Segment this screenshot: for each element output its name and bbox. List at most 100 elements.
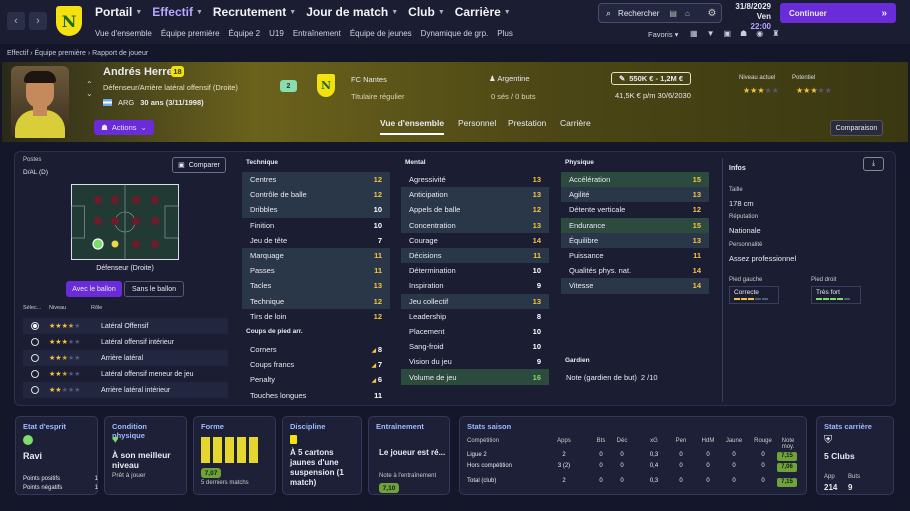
attribute-row[interactable]: Corners ◢ 8 bbox=[242, 342, 390, 357]
menu-portail[interactable]: Portail bbox=[95, 5, 132, 19]
attribute-row[interactable]: Centres 12 bbox=[242, 172, 390, 188]
tab-prestation[interactable]: Prestation bbox=[508, 118, 546, 128]
role-radio[interactable] bbox=[31, 354, 39, 362]
attribute-row[interactable]: Décisions 11 bbox=[401, 247, 549, 264]
attribute-row[interactable]: Détente verticale 12 bbox=[561, 202, 709, 217]
season-row[interactable]: Total (club) 2 0 0 0,3 0 0 0 0 7,15 bbox=[467, 478, 799, 488]
tab-personnel[interactable]: Personnel bbox=[458, 118, 496, 128]
attribute-row[interactable]: Finition 10 bbox=[242, 218, 390, 233]
submenu-item[interactable]: U19 bbox=[269, 29, 284, 38]
tab-carriere[interactable]: Carrière bbox=[560, 118, 591, 128]
continue-button[interactable]: Continuer » bbox=[780, 3, 896, 23]
ball-icon[interactable]: ◉ bbox=[756, 29, 763, 38]
role-row[interactable]: ★★★★★ Latéral offensif intérieur bbox=[23, 334, 228, 350]
attribute-row[interactable]: Passes 11 bbox=[242, 263, 390, 279]
attribute-row[interactable]: Endurance 15 bbox=[561, 217, 709, 233]
attribute-row[interactable]: Marquage 11 bbox=[242, 247, 390, 264]
training-card[interactable]: Entraînement Le joueur est ré... Note à … bbox=[368, 416, 450, 495]
role-row[interactable]: ★★★★★ Latéral Offensif bbox=[23, 318, 228, 334]
attribute-row[interactable]: Appels de balle 12 bbox=[401, 202, 549, 218]
attribute-row[interactable]: Contrôle de balle 12 bbox=[242, 187, 390, 203]
comparison-button[interactable]: Comparaison bbox=[830, 120, 883, 136]
submenu-item[interactable]: Équipe 2 bbox=[229, 29, 261, 38]
compare-button[interactable]: ▣ Comparer bbox=[172, 157, 226, 173]
submenu-item[interactable]: Plus bbox=[497, 29, 513, 38]
role-radio[interactable] bbox=[31, 370, 39, 378]
attribute-row[interactable]: Leadership 8 bbox=[401, 309, 549, 324]
tab-vue-ensemble[interactable]: Vue d'ensemble bbox=[380, 118, 445, 135]
attribute-row[interactable]: Jeu de tête 7 bbox=[242, 233, 390, 248]
attribute-row[interactable]: Qualités phys. nat. 14 bbox=[561, 263, 709, 278]
submenu-item[interactable]: Entraînement bbox=[293, 29, 341, 38]
season-row[interactable]: Hors compétition 3 (2) 0 0 0,4 0 0 0 0 7,06 bbox=[467, 463, 799, 473]
menu-carriere[interactable]: Carrière bbox=[455, 5, 501, 19]
attribute-row[interactable]: Placement 10 bbox=[401, 324, 549, 339]
gear-icon[interactable]: ⚙ bbox=[702, 3, 722, 23]
forward-button[interactable]: › bbox=[29, 12, 47, 30]
news-icon[interactable]: ⌂ bbox=[685, 9, 690, 18]
favoris-menu[interactable]: Favoris ▾ bbox=[648, 30, 678, 39]
without-ball-toggle[interactable]: Sans le ballon bbox=[124, 281, 184, 297]
attribute-row[interactable]: Coups francs ◢ 7 bbox=[242, 357, 390, 372]
season-cell: 0 bbox=[620, 463, 624, 469]
download-icon[interactable]: ⤓ bbox=[863, 157, 884, 171]
attribute-row[interactable]: Courage 14 bbox=[401, 233, 549, 248]
attribute-row[interactable]: Détermination 10 bbox=[401, 263, 549, 278]
attribute-row[interactable]: Anticipation 13 bbox=[401, 187, 549, 203]
shirt-icon[interactable]: ▼ bbox=[707, 29, 715, 38]
submenu-item[interactable]: Équipe première bbox=[161, 29, 220, 38]
club-name[interactable]: FC Nantes bbox=[351, 75, 387, 84]
menu-club[interactable]: Club bbox=[408, 5, 435, 19]
club-logo[interactable]: N bbox=[56, 6, 82, 36]
attribute-row[interactable]: Tirs de loin 12 bbox=[242, 309, 390, 324]
season-stats-card[interactable]: Stats saison Compétition Apps Bts Déc xG Pen H… bbox=[459, 416, 807, 495]
attribute-row[interactable]: Vision du jeu 9 bbox=[401, 354, 549, 369]
form-card[interactable]: Forme 7,07 5 derniers matchs bbox=[193, 416, 276, 495]
attribute-row[interactable]: Agilité 13 bbox=[561, 187, 709, 203]
attribute-row[interactable]: Penalty ◢ 6 bbox=[242, 372, 390, 387]
staff-icon[interactable]: ☗ bbox=[740, 29, 747, 38]
role-radio[interactable] bbox=[31, 386, 39, 394]
attribute-row[interactable]: Inspiration 9 bbox=[401, 278, 549, 293]
role-row[interactable]: ★★★★★ Latéral offensif meneur de jeu bbox=[23, 366, 228, 382]
role-radio[interactable] bbox=[31, 338, 39, 346]
attribute-row[interactable]: Équilibre 13 bbox=[561, 232, 709, 248]
trophy-icon[interactable]: ♜ bbox=[772, 29, 779, 38]
attribute-row[interactable]: Concentration 13 bbox=[401, 217, 549, 233]
attribute-row[interactable]: Jeu collectif 13 bbox=[401, 293, 549, 309]
career-card[interactable]: Stats carrière ⛨ 5 Clubs App 214 Buts 9 bbox=[816, 416, 894, 495]
attribute-row[interactable]: Puissance 11 bbox=[561, 248, 709, 263]
season-row[interactable]: Ligue 2 2 0 0 0,3 0 0 0 0 7,15 bbox=[467, 452, 799, 462]
submenu-item[interactable]: Vue d'ensemble bbox=[95, 29, 152, 38]
tactics-icon[interactable]: ▣ bbox=[723, 29, 731, 38]
actions-button[interactable]: ☗ Actions ⌄ bbox=[94, 120, 154, 135]
morale-card[interactable]: Etat d'esprit Ravi Points positifs 1 Poin… bbox=[15, 416, 98, 495]
menu-jour-de-match[interactable]: Jour de match bbox=[306, 5, 388, 19]
discipline-card[interactable]: Discipline À 5 cartons jaunes d'une susp… bbox=[282, 416, 362, 495]
role-row[interactable]: ★★★★★ Arrière latéral bbox=[23, 350, 228, 366]
attribute-row[interactable]: Technique 12 bbox=[242, 293, 390, 309]
attribute-row[interactable]: Touches longues 11 bbox=[242, 388, 390, 403]
attribute-row[interactable]: Accélération 15 bbox=[561, 172, 709, 188]
inbox-icon[interactable]: ▤ bbox=[669, 9, 677, 18]
back-button[interactable]: ‹ bbox=[7, 12, 25, 30]
player-arrows[interactable]: ⌃ ⌄ bbox=[86, 80, 93, 98]
role-radio[interactable] bbox=[31, 322, 39, 330]
attribute-row[interactable]: Agressivité 13 bbox=[401, 172, 549, 187]
breadcrumb-item[interactable]: Effectif bbox=[7, 50, 28, 57]
menu-effectif[interactable]: Effectif bbox=[152, 5, 193, 19]
attribute-row[interactable]: Volume de jeu 16 bbox=[401, 369, 549, 385]
attribute-row[interactable]: Dribbles 10 bbox=[242, 202, 390, 218]
menu-recrutement[interactable]: Recrutement bbox=[213, 5, 286, 19]
breadcrumb-item[interactable]: Équipe première bbox=[35, 50, 86, 57]
with-ball-toggle[interactable]: Avec le ballon bbox=[66, 281, 122, 297]
attribute-row[interactable]: Tacles 13 bbox=[242, 278, 390, 294]
squad-icon[interactable]: ▦ bbox=[690, 29, 698, 38]
condition-card[interactable]: Condition physique ♥ À son meilleur nive… bbox=[104, 416, 187, 495]
submenu-item[interactable]: Équipe de jeunes bbox=[350, 29, 412, 38]
season-cell: 2 bbox=[562, 478, 566, 484]
role-row[interactable]: ★★★★★ Arrière latéral intérieur bbox=[23, 382, 228, 398]
submenu-item[interactable]: Dynamique de grp. bbox=[421, 29, 489, 38]
attribute-row[interactable]: Sang-froid 10 bbox=[401, 339, 549, 354]
attribute-row[interactable]: Vitesse 14 bbox=[561, 278, 709, 294]
